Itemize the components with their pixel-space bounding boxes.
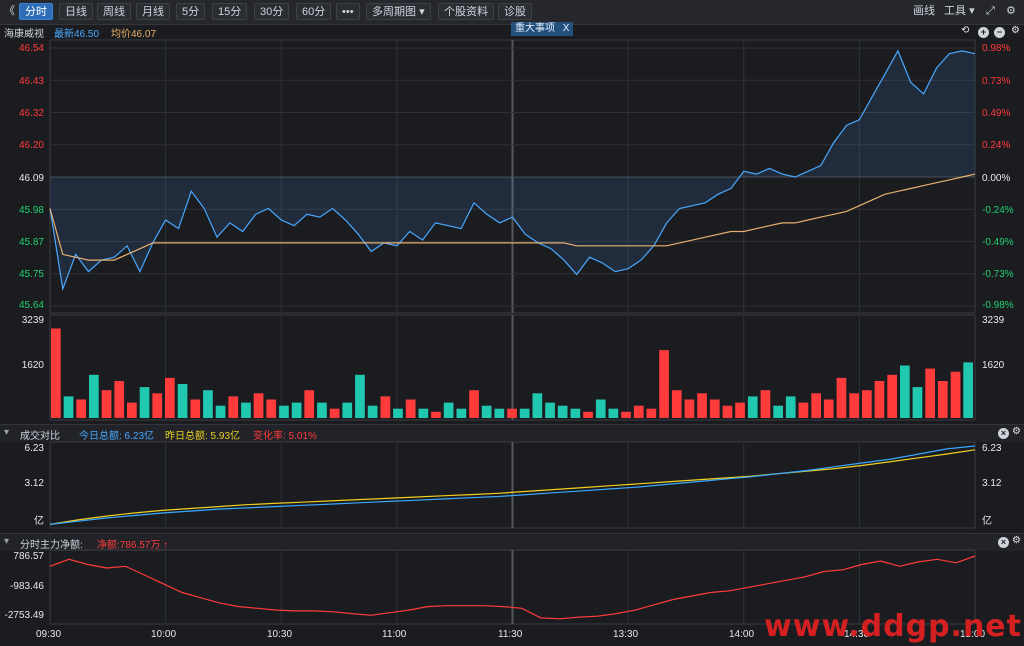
volume-bar [507,408,517,418]
volume-bar [127,402,137,418]
volume-bar [266,399,277,418]
volume-bar [317,402,327,418]
volume-bar [228,396,239,418]
volume-bar [836,377,847,418]
volume-bar [101,390,112,418]
volume-bar [253,393,264,418]
volume-bar [862,390,872,418]
volume-bar [63,396,74,418]
volume-bar [608,408,619,418]
volume-bar [545,402,555,418]
volume-bar [697,393,707,418]
volume-bar [735,402,745,418]
intraday-chart[interactable] [0,0,1024,646]
volume-bar [279,405,289,418]
volume-bar [950,371,961,418]
volume-bar [595,399,606,418]
volume-bar [938,381,948,418]
volume-bar [114,381,125,418]
volume-bar [215,405,226,418]
volume-bar [203,390,213,418]
volume-bar [912,387,923,418]
volume-bar [709,399,720,418]
volume-bar [152,393,163,418]
volume-bar [633,405,644,418]
volume-bar [329,408,340,418]
volume-bar [900,365,910,418]
volume-bar [874,381,885,418]
volume-bar [76,399,86,418]
volume-bar [89,374,99,418]
volume-bar [51,328,61,418]
volume-bar [304,390,315,418]
volume-bar [646,408,657,418]
volume-bar [583,411,593,418]
volume-bar [342,402,353,418]
volume-bar [393,408,403,418]
volume-bar [241,402,251,418]
volume-bar [165,377,175,418]
volume-bar [684,399,695,418]
volume-bar [494,408,505,418]
volume-bar [469,390,479,418]
volume-bar [925,368,935,418]
volume-bar [190,399,201,418]
volume-bar [785,396,796,418]
volume-bar [431,411,441,418]
volume-bar [557,405,568,418]
volume-bar [456,408,467,418]
volume-bar [773,405,783,418]
volume-bar [139,387,150,418]
volume-bar [659,350,669,418]
volume-bar [798,402,809,418]
volume-bar [418,408,429,418]
volume-bar [532,393,543,418]
watermark-text: www.ddgp.net [764,609,1022,644]
volume-bar [963,362,973,418]
volume-bar [849,393,859,418]
volume-bar [887,374,897,418]
volume-bar [671,390,682,418]
volume-bar [570,408,581,418]
volume-bar [823,399,834,418]
volume-bar [355,374,365,418]
volume-bar [177,384,188,418]
volume-bar [722,405,733,418]
volume-bar [291,402,302,418]
volume-bar [443,402,454,418]
volume-bar [405,399,416,418]
volume-bar [811,393,821,418]
volume-bar [380,396,391,418]
volume-bar [367,405,378,418]
volume-bar [747,396,758,418]
volume-bar [760,390,771,418]
volume-bar [481,405,492,418]
volume-bar [519,408,530,418]
volume-bar [621,411,631,418]
